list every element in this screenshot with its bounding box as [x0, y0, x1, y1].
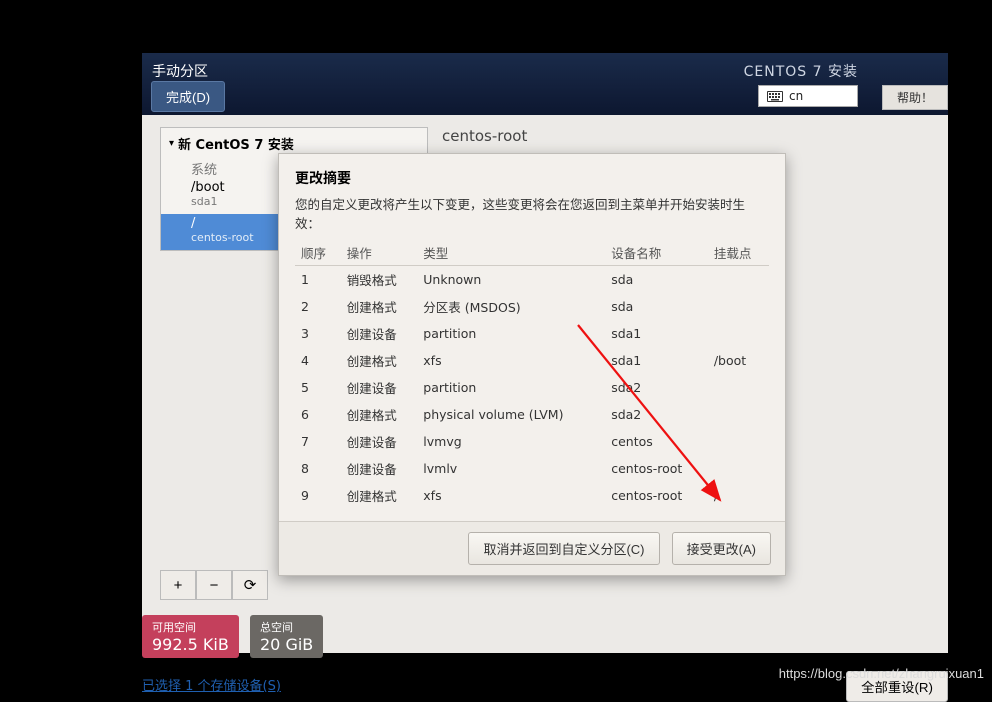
chevron-down-icon: ▾ — [169, 138, 174, 149]
capacity-total-label: 总空间 — [260, 619, 313, 635]
cell-mount: /boot — [708, 347, 769, 374]
dialog-description: 您的自定义更改将产生以下变更，这些变更将会在您返回到主菜单并开始安装时生效： — [295, 194, 769, 232]
cell-operation: 创建格式 — [341, 401, 418, 428]
summary-dialog: 更改摘要 您的自定义更改将产生以下变更，这些变更将会在您返回到主菜单并开始安装时… — [278, 153, 786, 576]
cell-device: centos — [605, 428, 708, 455]
cell-mount — [708, 320, 769, 347]
reload-button[interactable]: ⟳ — [232, 570, 268, 600]
table-row[interactable]: 9创建格式xfscentos-root/ — [295, 482, 769, 509]
add-mountpoint-button[interactable]: + — [160, 570, 196, 600]
cell-type: partition — [417, 374, 605, 401]
cell-operation: 销毁格式 — [341, 266, 418, 294]
cell-order: 1 — [295, 266, 341, 294]
cell-order: 7 — [295, 428, 341, 455]
details-title: centos-root — [442, 127, 930, 145]
keyboard-layout-label: cn — [789, 89, 803, 103]
cell-type: 分区表 (MSDOS) — [417, 293, 605, 320]
table-row[interactable]: 7创建设备lvmvgcentos — [295, 428, 769, 455]
cell-operation: 创建设备 — [341, 320, 418, 347]
capacity-available: 可用空间 992.5 KiB — [142, 615, 239, 658]
col-type[interactable]: 类型 — [417, 240, 605, 266]
cell-device: sda1 — [605, 320, 708, 347]
cell-device: sda — [605, 293, 708, 320]
cell-mount: / — [708, 482, 769, 509]
cell-device: sda2 — [605, 401, 708, 428]
cell-order: 9 — [295, 482, 341, 509]
help-button[interactable]: 帮助！ — [882, 85, 948, 110]
cell-mount — [708, 428, 769, 455]
cell-type: partition — [417, 320, 605, 347]
storage-devices-link[interactable]: 已选择 1 个存储设备(S) — [142, 675, 281, 694]
page-title: 手动分区 — [152, 61, 208, 81]
mountpoint-toolbar: + − ⟳ — [160, 570, 268, 600]
cell-type: lvmlv — [417, 455, 605, 482]
cell-order: 5 — [295, 374, 341, 401]
table-row[interactable]: 5创建设备partitionsda2 — [295, 374, 769, 401]
cancel-button[interactable]: 取消并返回到自定义分区(C) — [468, 532, 659, 565]
cell-device: centos-root — [605, 482, 708, 509]
brand-label: CENTOS 7 安装 — [744, 61, 858, 81]
table-row[interactable]: 2创建格式分区表 (MSDOS)sda — [295, 293, 769, 320]
col-operation[interactable]: 操作 — [341, 240, 418, 266]
capacity-available-label: 可用空间 — [152, 619, 229, 635]
watermark: https://blog.csdn.net/zhangruixuan1 — [779, 666, 984, 681]
cell-order: 6 — [295, 401, 341, 428]
accept-button[interactable]: 接受更改(A) — [672, 532, 771, 565]
keyboard-icon — [767, 91, 783, 102]
changes-table: 顺序 操作 类型 设备名称 挂载点 1销毁格式Unknownsda2创建格式分区… — [295, 240, 769, 509]
cell-order: 4 — [295, 347, 341, 374]
dialog-actions: 取消并返回到自定义分区(C) 接受更改(A) — [279, 521, 785, 575]
table-row[interactable]: 3创建设备partitionsda1 — [295, 320, 769, 347]
done-button[interactable]: 完成(D) — [151, 81, 225, 112]
capacity-total-value: 20 GiB — [260, 635, 313, 654]
capacity-total: 总空间 20 GiB — [250, 615, 323, 658]
cell-order: 3 — [295, 320, 341, 347]
cell-operation: 创建格式 — [341, 293, 418, 320]
cell-type: physical volume (LVM) — [417, 401, 605, 428]
table-row[interactable]: 4创建格式xfssda1/boot — [295, 347, 769, 374]
capacity-available-value: 992.5 KiB — [152, 635, 229, 654]
cell-device: sda2 — [605, 374, 708, 401]
table-row[interactable]: 8创建设备lvmlvcentos-root — [295, 455, 769, 482]
col-order[interactable]: 顺序 — [295, 240, 341, 266]
remove-mountpoint-button[interactable]: − — [196, 570, 232, 600]
cell-device: sda — [605, 266, 708, 294]
cell-type: xfs — [417, 482, 605, 509]
header-bar: 手动分区 完成(D) CENTOS 7 安装 cn 帮助！ — [142, 53, 948, 115]
cell-mount — [708, 455, 769, 482]
keyboard-indicator[interactable]: cn — [758, 85, 858, 107]
table-row[interactable]: 1销毁格式Unknownsda — [295, 266, 769, 294]
cell-mount — [708, 401, 769, 428]
cell-operation: 创建设备 — [341, 374, 418, 401]
col-mountpoint[interactable]: 挂载点 — [708, 240, 769, 266]
tree-root-label: 新 CentOS 7 安装 — [178, 134, 294, 153]
cell-mount — [708, 266, 769, 294]
cell-operation: 创建设备 — [341, 428, 418, 455]
cell-device: centos-root — [605, 455, 708, 482]
cell-order: 2 — [295, 293, 341, 320]
cell-mount — [708, 293, 769, 320]
cell-device: sda1 — [605, 347, 708, 374]
cell-order: 8 — [295, 455, 341, 482]
cell-operation: 创建格式 — [341, 347, 418, 374]
dialog-title: 更改摘要 — [295, 168, 769, 188]
cell-mount — [708, 374, 769, 401]
cell-type: lvmvg — [417, 428, 605, 455]
cell-type: Unknown — [417, 266, 605, 294]
cell-operation: 创建格式 — [341, 482, 418, 509]
cell-type: xfs — [417, 347, 605, 374]
table-row[interactable]: 6创建格式physical volume (LVM)sda2 — [295, 401, 769, 428]
col-device-name[interactable]: 设备名称 — [605, 240, 708, 266]
cell-operation: 创建设备 — [341, 455, 418, 482]
